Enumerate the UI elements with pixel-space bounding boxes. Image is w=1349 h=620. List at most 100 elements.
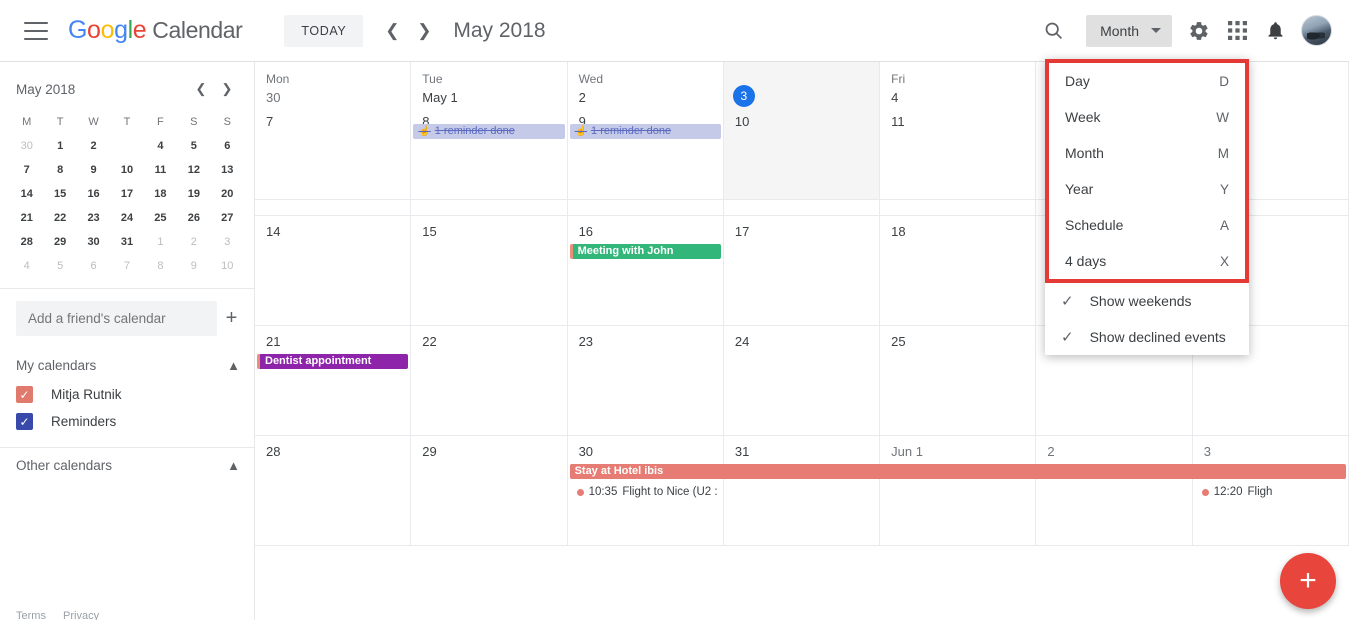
mini-calendar-day[interactable]: 29 — [43, 230, 76, 254]
day-cell[interactable]: 16 — [567, 216, 724, 326]
mini-calendar-day[interactable]: 18 — [144, 182, 177, 206]
day-cell[interactable]: 2 — [1036, 436, 1193, 546]
mini-calendar-day[interactable]: 15 — [43, 182, 76, 206]
day-cell[interactable]: 14 — [255, 216, 412, 326]
day-cell[interactable]: 17 — [723, 216, 881, 326]
day-cell[interactable]: 22 — [411, 326, 568, 436]
mini-calendar-day[interactable]: 6 — [211, 134, 244, 158]
mini-calendar-day[interactable]: 7 — [110, 254, 143, 278]
day-cell[interactable]: 28 — [255, 436, 412, 546]
calendar-list-item[interactable]: ✓ Reminders — [0, 408, 254, 435]
mini-calendar-day[interactable]: 17 — [110, 182, 143, 206]
mini-calendar-day[interactable]: 3 — [211, 230, 244, 254]
calendar-checkbox[interactable]: ✓ — [16, 386, 33, 403]
day-cell[interactable]: 9 — [567, 106, 724, 216]
other-calendars-section-header[interactable]: Other calendars ▲ — [0, 448, 254, 481]
mini-calendar-day[interactable]: 11 — [144, 158, 177, 182]
mini-calendar-day[interactable]: 16 — [77, 182, 110, 206]
mini-calendar-day[interactable]: 2 — [177, 230, 210, 254]
view-menu-item-week[interactable]: Week W — [1049, 99, 1245, 135]
mini-calendar-day[interactable]: 12 — [177, 158, 210, 182]
mini-calendar-day[interactable]: 27 — [211, 206, 244, 230]
avatar[interactable] — [1301, 15, 1332, 46]
privacy-link[interactable]: Privacy — [63, 610, 99, 620]
apps-grid-icon[interactable] — [1218, 12, 1256, 50]
hamburger-icon[interactable] — [24, 21, 48, 40]
view-menu-item-year[interactable]: Year Y — [1049, 171, 1245, 207]
add-calendar-plus-icon[interactable]: + — [223, 305, 240, 333]
view-menu-item-month[interactable]: Month M — [1049, 135, 1245, 171]
mini-calendar-prev-icon[interactable]: ❮ — [188, 76, 214, 102]
calendar-checkbox[interactable]: ✓ — [16, 413, 33, 430]
mini-calendar-day[interactable]: 30 — [10, 134, 43, 158]
mini-calendar-day[interactable]: 13 — [211, 158, 244, 182]
mini-calendar-day[interactable]: 8 — [144, 254, 177, 278]
mini-calendar-day[interactable]: 22 — [43, 206, 76, 230]
mini-calendar-day[interactable]: 10 — [211, 254, 244, 278]
day-cell[interactable]: 11 — [880, 106, 1037, 216]
day-cell[interactable]: 24 — [723, 326, 881, 436]
mini-calendar-day[interactable]: 31 — [110, 230, 143, 254]
calendar-list-item[interactable]: ✓ Mitja Rutnik — [0, 381, 254, 408]
day-cell[interactable]: 8 — [411, 106, 568, 216]
mini-calendar-day[interactable]: 14 — [10, 182, 43, 206]
add-friend-calendar-input[interactable] — [16, 301, 217, 336]
prev-period-icon[interactable]: ❮ — [381, 20, 403, 42]
mini-calendar-day[interactable]: 4 — [10, 254, 43, 278]
mini-calendar-day[interactable]: 1 — [43, 134, 76, 158]
calendar-event-chip[interactable]: Dentist appointment — [257, 354, 409, 369]
mini-calendar-day[interactable]: 9 — [177, 254, 210, 278]
mini-calendar-next-icon[interactable]: ❯ — [214, 76, 240, 102]
mini-calendar-day[interactable]: 5 — [43, 254, 76, 278]
mini-calendar-day[interactable]: 28 — [10, 230, 43, 254]
gear-icon[interactable] — [1180, 12, 1218, 50]
day-cell[interactable]: 25 — [880, 326, 1037, 436]
view-selector-button[interactable]: Month — [1086, 14, 1172, 47]
mini-calendar-day[interactable]: 8 — [43, 158, 76, 182]
view-menu-item-4-days[interactable]: 4 days X — [1049, 243, 1245, 279]
today-button[interactable]: TODAY — [284, 14, 364, 47]
view-menu-toggle-show-weekends[interactable]: ✓ Show weekends — [1045, 283, 1249, 319]
day-cell[interactable]: Jun 1 — [880, 436, 1037, 546]
mini-calendar-day[interactable]: 21 — [10, 206, 43, 230]
view-menu-item-schedule[interactable]: Schedule A — [1049, 207, 1245, 243]
mini-calendar-day[interactable]: 5 — [177, 134, 210, 158]
mini-calendar-day[interactable]: 25 — [144, 206, 177, 230]
terms-link[interactable]: Terms — [16, 610, 46, 620]
mini-calendar-day[interactable]: 6 — [77, 254, 110, 278]
mini-calendar-day[interactable]: 24 — [110, 206, 143, 230]
search-icon[interactable] — [1034, 12, 1072, 50]
view-menu-toggle-show-declined-events[interactable]: ✓ Show declined events — [1045, 319, 1249, 355]
calendar-timed-event[interactable]: 10:35 Flight to Nice (U2 : — [570, 485, 721, 500]
mini-calendar-day[interactable]: 9 — [77, 158, 110, 182]
day-cell[interactable]: 29 — [411, 436, 568, 546]
calendar-event-chip[interactable]: ☝ 1 reminder done — [413, 124, 565, 139]
day-cell[interactable]: 15 — [411, 216, 568, 326]
day-cell[interactable]: 21 — [255, 326, 412, 436]
mini-calendar-day[interactable]: 3 — [110, 134, 143, 158]
day-cell[interactable]: 7 — [255, 106, 412, 216]
day-cell[interactable]: 10 — [723, 106, 881, 216]
next-period-icon[interactable]: ❯ — [413, 20, 435, 42]
mini-calendar-day[interactable]: 10 — [110, 158, 143, 182]
calendar-event-chip[interactable]: ☝ 1 reminder done — [569, 124, 721, 139]
day-cell[interactable]: 18 — [880, 216, 1037, 326]
my-calendars-section-header[interactable]: My calendars ▲ — [0, 348, 254, 381]
mini-calendar-day[interactable]: 19 — [177, 182, 210, 206]
mini-calendar-day[interactable]: 26 — [177, 206, 210, 230]
mini-calendar-day[interactable]: 7 — [10, 158, 43, 182]
calendar-timed-event[interactable]: 12:20 Fligh — [1195, 485, 1346, 500]
day-cell[interactable]: 23 — [567, 326, 724, 436]
mini-calendar-day[interactable]: 30 — [77, 230, 110, 254]
bell-icon[interactable] — [1256, 12, 1294, 50]
mini-calendar-day[interactable]: 2 — [77, 134, 110, 158]
mini-calendar-day[interactable]: 1 — [144, 230, 177, 254]
create-event-fab[interactable]: + — [1280, 553, 1336, 609]
mini-calendar-day[interactable]: 4 — [144, 134, 177, 158]
day-cell[interactable]: 31 — [723, 436, 881, 546]
calendar-event-chip[interactable]: Meeting with John — [569, 244, 721, 259]
mini-calendar-day[interactable]: 23 — [77, 206, 110, 230]
view-menu-item-day[interactable]: Day D — [1049, 63, 1245, 99]
mini-calendar-day[interactable]: 20 — [211, 182, 244, 206]
calendar-event-chip[interactable]: Stay at Hotel ibis — [569, 464, 1346, 479]
